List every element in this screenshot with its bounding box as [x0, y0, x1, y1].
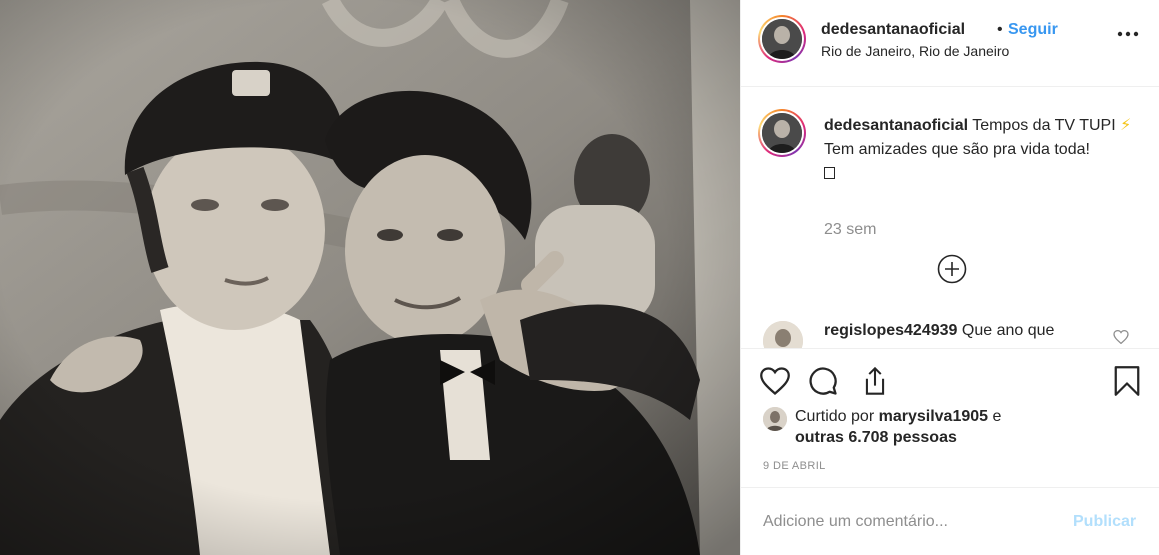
likes-text: Curtido por marysilva1905 e outras 6.708… [795, 406, 1135, 448]
vintage-photo-illustration [0, 0, 740, 555]
post-side-panel: dedesantanaoficial • Seguir Rio de Janei… [740, 0, 1159, 555]
missing-glyph-box [824, 167, 835, 179]
instagram-post: dedesantanaoficial • Seguir Rio de Janei… [0, 0, 1159, 555]
post-photo[interactable] [0, 0, 740, 555]
author-avatar-image [762, 19, 802, 59]
plus-circle-icon[interactable] [936, 253, 968, 285]
ellipsis-icon[interactable] [1113, 24, 1143, 44]
add-comment-bar: Publicar [741, 487, 1159, 555]
comment-icon[interactable] [807, 365, 839, 397]
post-location[interactable]: Rio de Janeiro, Rio de Janeiro [821, 43, 1009, 59]
commenter-avatar[interactable] [763, 321, 803, 348]
likes-others[interactable]: outras 6.708 pessoas [795, 429, 957, 446]
author-avatar[interactable] [758, 15, 806, 63]
header-separator: • [997, 21, 1003, 38]
liker-avatar[interactable] [763, 407, 787, 431]
commenter-username[interactable]: regislopes424939 [824, 322, 957, 339]
caption-avatar[interactable] [758, 109, 806, 157]
caption-username[interactable]: dedesantanaoficial [824, 117, 968, 134]
post-header: dedesantanaoficial • Seguir Rio de Janei… [741, 0, 1159, 87]
comment-heart-icon[interactable] [1113, 329, 1129, 345]
caption-timestamp[interactable]: 23 sem [824, 221, 876, 239]
likes-prefix: Curtido por [795, 408, 875, 425]
post-date[interactable]: 9 DE ABRIL [763, 460, 826, 472]
caption-text: dedesantanaoficial Tempos da TV TUPI ⚡ T… [824, 114, 1144, 186]
share-icon[interactable] [859, 365, 891, 397]
caption-line1: Tempos da TV TUPI [972, 117, 1116, 134]
action-bar [741, 348, 1159, 396]
liker-username[interactable]: marysilva1905 [879, 408, 988, 425]
comments-section[interactable]: dedesantanaoficial Tempos da TV TUPI ⚡ T… [741, 88, 1159, 348]
caption-avatar-image [762, 113, 802, 153]
commenter-avatar-image [763, 321, 803, 348]
lightning-emoji: ⚡ [1120, 117, 1132, 134]
liker-avatar-image [763, 407, 787, 431]
likes-connector: e [992, 408, 1002, 425]
bookmark-icon[interactable] [1111, 365, 1143, 397]
comment-body: Que ano que [961, 322, 1055, 339]
comment-input[interactable] [763, 510, 1053, 534]
publish-button[interactable]: Publicar [1073, 513, 1136, 531]
comment-text: regislopes424939 Que ano que [824, 322, 1054, 340]
follow-button[interactable]: Seguir [1008, 21, 1058, 39]
caption-line2: Tem amizades que são pra vida toda! [824, 141, 1090, 158]
heart-icon[interactable] [759, 365, 791, 397]
author-username[interactable]: dedesantanaoficial [821, 21, 965, 39]
